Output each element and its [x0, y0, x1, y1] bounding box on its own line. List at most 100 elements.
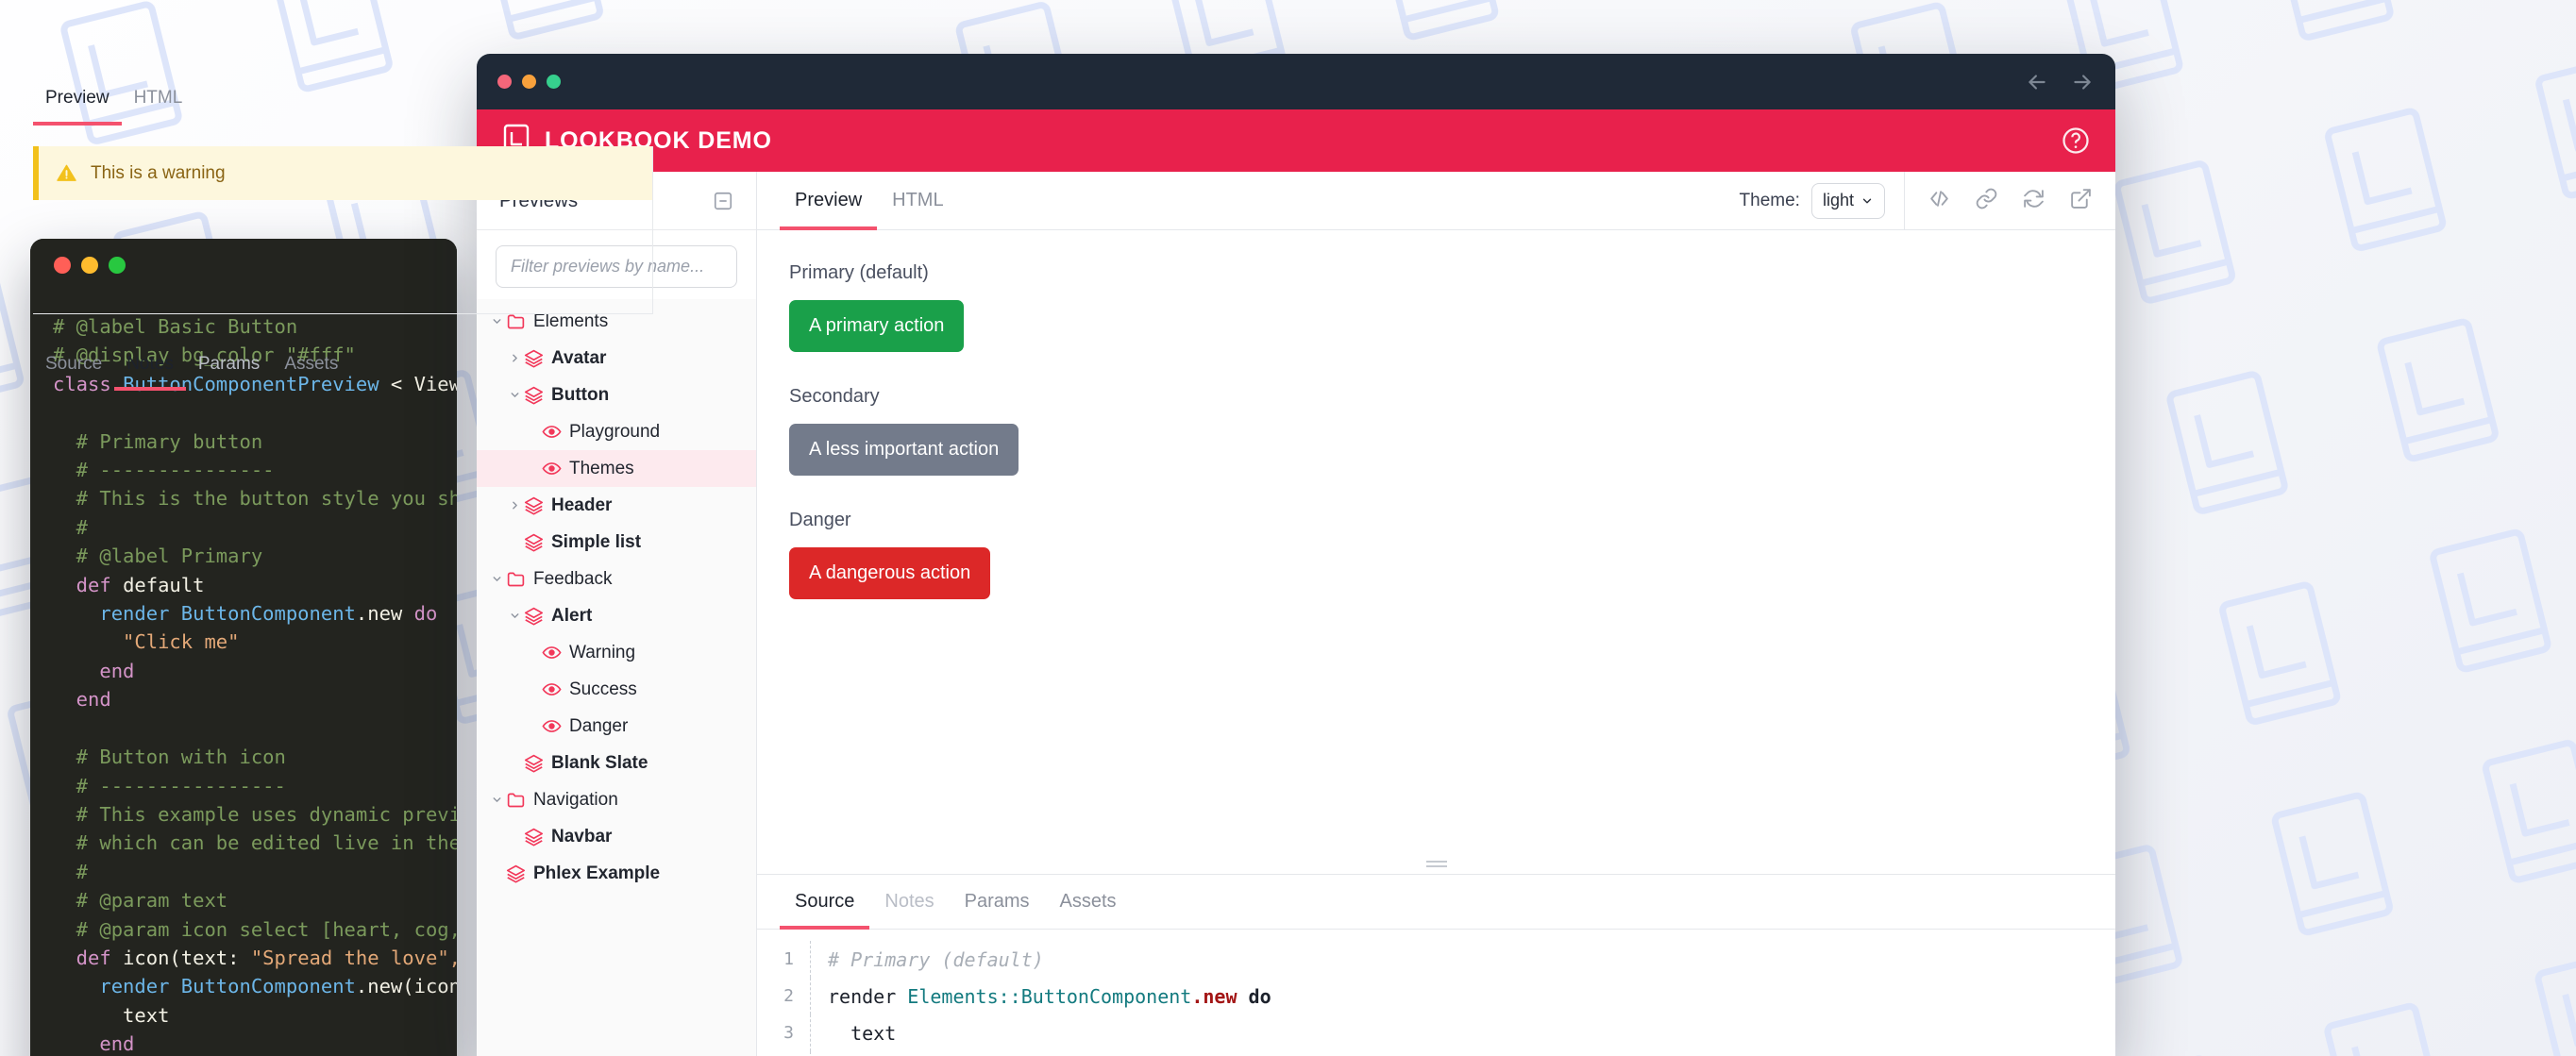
- inspector-tab-label: Notes: [884, 891, 934, 912]
- preview-section-label: Secondary: [789, 386, 880, 407]
- inspector-tab-source[interactable]: Source: [780, 875, 870, 930]
- theme-select[interactable]: light: [1810, 182, 1885, 219]
- secondary-action-button[interactable]: A less important action: [789, 424, 1019, 476]
- sidebar-item-navigation[interactable]: Navigation: [477, 781, 756, 818]
- source-code-view[interactable]: 1 # Primary (default) 2 render Elements::Bu…: [757, 930, 2115, 1056]
- layers-icon: [524, 606, 551, 626]
- mobile-inspector-tab-notes[interactable]: Notes: [114, 338, 186, 391]
- main-titlebar[interactable]: [477, 54, 2115, 109]
- previews-tree[interactable]: Elements Avatar Button Playground Themes Head…: [477, 299, 756, 1056]
- source-line: 2 render Elements::ButtonComponent.new do: [757, 978, 2115, 1014]
- code-token: ButtonComponent: [180, 975, 356, 998]
- mobile-inspector-tab-source[interactable]: Source: [33, 338, 114, 390]
- sidebar-item-alert[interactable]: Alert: [477, 597, 756, 634]
- close-window-button[interactable]: [497, 75, 512, 89]
- eye-icon: [542, 422, 569, 442]
- mobile-inspector-tab-label: Notes: [126, 353, 174, 374]
- chevron-down-icon[interactable]: [505, 610, 524, 622]
- theme-value: light: [1822, 191, 1854, 210]
- preview-toolbar: Theme: light: [1740, 172, 2115, 229]
- preview-iframe[interactable]: Primary (default) A primary action Seconda…: [757, 230, 2115, 853]
- chevron-down-icon[interactable]: [487, 794, 506, 806]
- chevron-down-icon[interactable]: [487, 315, 506, 327]
- sidebar-item-label: Navigation: [533, 789, 618, 810]
- sidebar-item-label: Warning: [569, 642, 636, 662]
- code-line: # This example uses dynamic previe: [53, 800, 457, 829]
- code-line: render ButtonComponent.new do: [53, 599, 457, 628]
- panel-resize-handle[interactable]: [757, 853, 2115, 874]
- preview-tabbar: Preview HTML Theme: light: [757, 172, 2115, 230]
- sidebar-item-header[interactable]: Header: [477, 487, 756, 524]
- help-circle-icon[interactable]: [2062, 126, 2090, 155]
- zoom-window-button[interactable]: [547, 75, 561, 89]
- sidebar-item-label: Header: [551, 494, 613, 515]
- tab-html[interactable]: HTML: [877, 172, 958, 229]
- sidebar-item-label: Danger: [569, 715, 629, 736]
- back-arrow-icon[interactable]: [2025, 70, 2049, 94]
- sidebar-item-playground[interactable]: Playground: [477, 413, 756, 450]
- link-icon[interactable]: [1975, 187, 1998, 215]
- chevron-down-icon[interactable]: [505, 389, 524, 401]
- tab-preview[interactable]: Preview: [780, 172, 878, 230]
- code-token: end: [53, 659, 135, 682]
- tab-html[interactable]: HTML: [122, 71, 195, 125]
- browser-nav[interactable]: [2025, 70, 2095, 94]
- code-token: default: [123, 573, 205, 596]
- mobile-inspector-tab-params[interactable]: Params: [186, 338, 272, 390]
- sidebar-item-warning[interactable]: Warning: [477, 634, 756, 671]
- main-traffic-lights[interactable]: [497, 75, 561, 89]
- chevron-right-icon[interactable]: [505, 352, 524, 364]
- mobile-inspector-tab-assets[interactable]: Assets: [272, 338, 350, 390]
- mobile-inspector-tab-label: Params: [197, 353, 261, 374]
- code-token: ButtonComponent: [180, 602, 356, 626]
- collapse-panel-icon[interactable]: [713, 191, 733, 211]
- sidebar-item-navbar[interactable]: Navbar: [477, 818, 756, 855]
- refresh-icon[interactable]: [2022, 187, 2046, 215]
- mobile-preview-frame[interactable]: This is a warning: [16, 126, 670, 314]
- sidebar-item-feedback[interactable]: Feedback: [477, 561, 756, 597]
- sidebar-item-avatar[interactable]: Avatar: [477, 340, 756, 377]
- mobile-inspector-tab-label: Source: [45, 353, 103, 374]
- chevron-right-icon[interactable]: [505, 499, 524, 511]
- sidebar-item-danger[interactable]: Danger: [477, 708, 756, 745]
- sidebar-item-success[interactable]: Success: [477, 671, 756, 708]
- sidebar-item-label: Avatar: [551, 347, 607, 368]
- code-icon[interactable]: [1928, 187, 1951, 215]
- source-line: 3 text: [757, 1014, 2115, 1051]
- inspector-tab-notes[interactable]: Notes: [869, 875, 949, 929]
- sidebar-item-label: Playground: [569, 421, 661, 442]
- minimize-window-button[interactable]: [522, 75, 536, 89]
- eye-icon: [542, 643, 569, 662]
- code-token: "Spread the love",: [250, 946, 457, 969]
- chevron-down-icon[interactable]: [487, 573, 506, 585]
- open-external-icon[interactable]: [2069, 187, 2093, 215]
- code-token: "Click me": [53, 630, 240, 654]
- tab-preview[interactable]: Preview: [33, 71, 122, 126]
- danger-action-button[interactable]: A dangerous action: [789, 547, 991, 599]
- sidebar-item-themes[interactable]: Themes: [477, 450, 756, 487]
- folder-icon: [506, 790, 533, 810]
- code-token: # @param icon select [heart, cog,: [53, 917, 457, 941]
- editor-code-area[interactable]: # @label Basic Button # @display bg_color…: [30, 292, 457, 1056]
- code-token: .new(icon:: [355, 975, 457, 998]
- tab-html-label: HTML: [892, 190, 944, 210]
- code-token: text: [53, 1003, 170, 1027]
- layers-icon: [524, 385, 551, 405]
- forward-arrow-icon[interactable]: [2070, 70, 2095, 94]
- code-token: def: [53, 573, 124, 596]
- folder-icon: [506, 311, 533, 331]
- inspector-panel: Source Notes Params Assets 1 # Primary (defa…: [757, 874, 2115, 1056]
- code-token: # @label Primary: [53, 545, 263, 568]
- primary-action-button[interactable]: A primary action: [789, 300, 965, 352]
- sidebar-item-button[interactable]: Button: [477, 377, 756, 413]
- code-token: #: [53, 860, 89, 883]
- sidebar-item-blank-slate[interactable]: Blank Slate: [477, 745, 756, 781]
- code-token: do: [413, 602, 438, 626]
- sidebar-item-simple-list[interactable]: Simple list: [477, 524, 756, 561]
- code-token: end: [53, 1032, 135, 1056]
- line-number: 2: [783, 986, 794, 1006]
- inspector-tab-params[interactable]: Params: [950, 875, 1045, 929]
- sidebar-item-phlex-example[interactable]: Phlex Example: [477, 855, 756, 892]
- inspector-tab-assets[interactable]: Assets: [1045, 875, 1132, 929]
